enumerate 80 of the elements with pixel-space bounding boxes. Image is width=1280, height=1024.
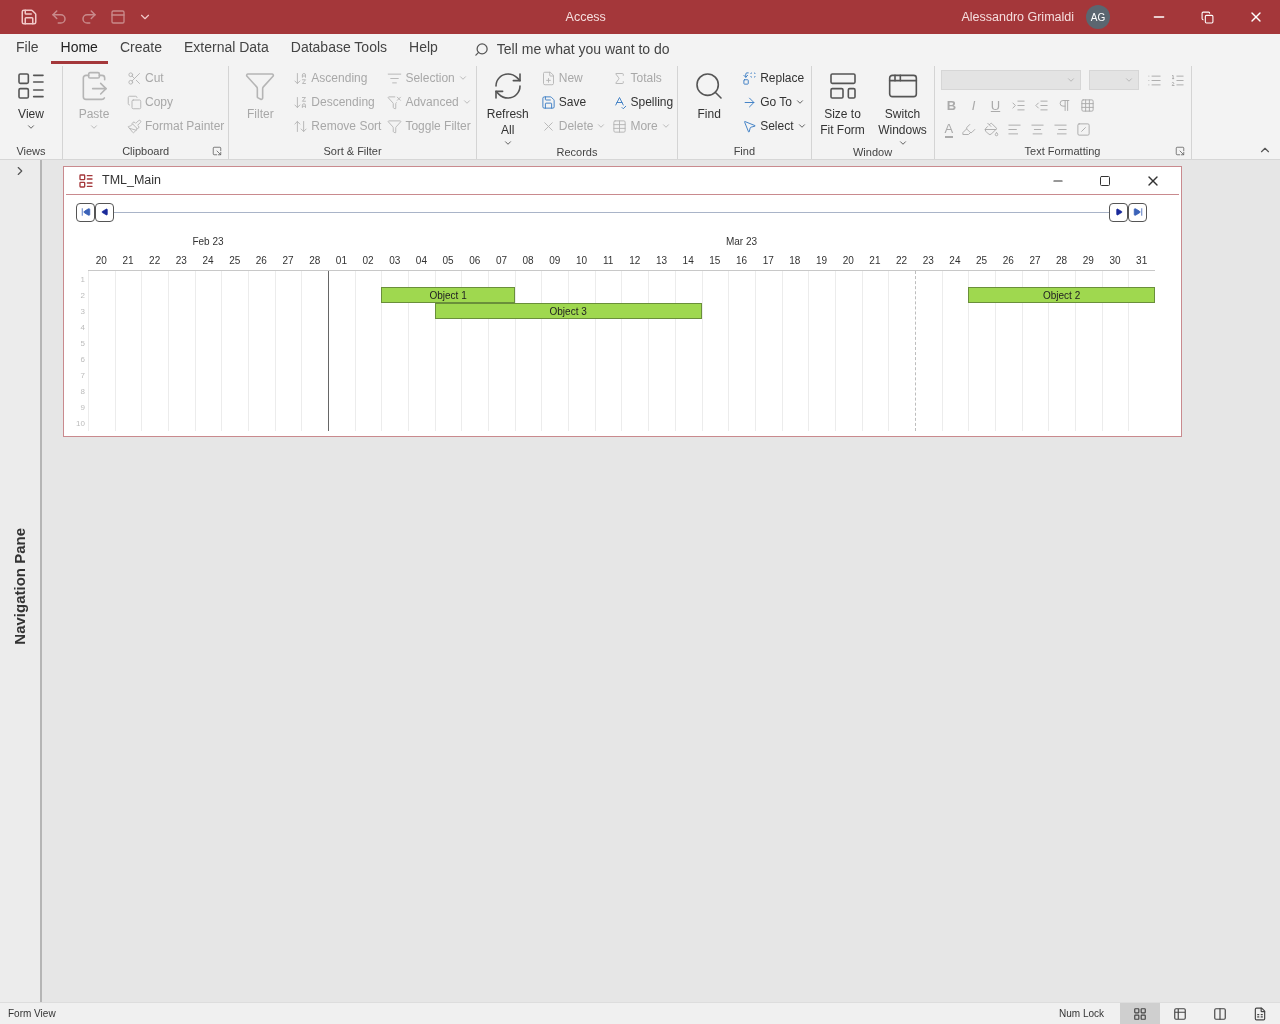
ribbon-button[interactable]: Size to Fit Form (813, 66, 872, 138)
day-label: 06 (468, 254, 482, 268)
row-number: 10 (75, 418, 86, 430)
ribbon-button[interactable]: Spelling (610, 90, 676, 114)
month-label: Feb 23 (191, 235, 225, 249)
day-label: 23 (921, 254, 935, 268)
day-label: 09 (548, 254, 562, 268)
day-label: 25 (228, 254, 242, 268)
group-label: Views (16, 143, 46, 159)
day-label: 04 (414, 254, 428, 268)
day-label: 22 (148, 254, 162, 268)
day-label: 31 (1135, 254, 1149, 268)
timeline-bar[interactable]: Object 1 (381, 287, 515, 303)
day-label: 10 (574, 254, 589, 268)
day-label: 27 (1028, 254, 1042, 268)
ribbon-tab[interactable]: External Data (173, 34, 279, 64)
day-label: 19 (815, 254, 829, 268)
user-name[interactable]: Alessandro Grimaldi (961, 7, 1074, 27)
ribbon-button[interactable]: Go To (740, 90, 809, 114)
row-number: 5 (79, 338, 86, 350)
navigation-pane[interactable]: Navigation Pane (0, 160, 42, 1002)
group-label: Find (733, 143, 756, 159)
app-title: Access (564, 8, 607, 26)
day-label: 08 (521, 254, 535, 268)
timeline-bar[interactable]: Object 2 (968, 287, 1155, 303)
ribbon-button[interactable]: Save (538, 90, 609, 114)
day-label: 01 (334, 254, 348, 268)
day-label: 28 (1055, 254, 1069, 268)
row-number: 2 (79, 290, 86, 302)
day-label: 15 (708, 254, 722, 268)
day-label: 14 (681, 254, 695, 268)
form-title: TML_Main (102, 172, 163, 190)
row-number: 4 (79, 322, 86, 334)
day-label: 29 (1081, 254, 1095, 268)
day-label: 05 (441, 254, 455, 268)
navigation-pane-label: Navigation Pane (9, 528, 29, 645)
timeline-bar[interactable]: Object 3 (434, 303, 702, 319)
group-label: Records (556, 144, 598, 160)
ribbon-tab[interactable]: File (6, 34, 49, 64)
day-label: 11 (601, 254, 615, 268)
ribbon-tab[interactable]: Database Tools (280, 34, 398, 64)
day-label: 23 (174, 254, 188, 268)
day-label: 13 (654, 254, 669, 268)
day-label: 20 (841, 254, 855, 268)
day-label: 24 (948, 254, 962, 268)
ribbon-tab[interactable]: Home (50, 34, 108, 64)
day-label: 03 (388, 254, 402, 268)
row-number: 6 (79, 354, 86, 366)
ribbon-button[interactable]: Refresh All (478, 66, 537, 148)
day-label: 07 (494, 254, 508, 268)
day-label: 21 (868, 254, 882, 268)
day-label: 24 (201, 254, 215, 268)
day-label: 26 (254, 254, 268, 268)
tell-me-field[interactable]: Tell me what you want to do (473, 38, 717, 60)
group-label: Clipboard (122, 143, 170, 159)
day-label: 21 (121, 254, 135, 268)
day-label: 22 (895, 254, 909, 268)
day-label: 26 (1001, 254, 1015, 268)
group-label: Sort & Filter (323, 143, 382, 159)
day-label: 16 (734, 254, 749, 268)
day-label: 17 (761, 254, 775, 268)
ribbon-button[interactable]: View (2, 66, 60, 132)
day-label: 27 (281, 254, 295, 268)
day-label: 02 (361, 254, 375, 268)
ribbon-button[interactable]: Find (680, 66, 739, 122)
num-lock-indicator: Num Lock (1059, 1007, 1104, 1021)
user-avatar[interactable]: AG (1086, 5, 1110, 29)
month-label: Mar 23 (724, 235, 759, 249)
ribbon-tab[interactable]: Help (399, 34, 448, 64)
day-label: 20 (94, 254, 108, 268)
day-label: 12 (628, 254, 642, 268)
day-label: 18 (788, 254, 802, 268)
ribbon-button[interactable]: Select (740, 114, 809, 138)
status-text: Form View (7, 1007, 57, 1021)
ribbon-tab[interactable]: Create (109, 34, 172, 64)
day-label: 25 (975, 254, 989, 268)
day-label: 28 (308, 254, 322, 268)
day-label: 30 (1108, 254, 1122, 268)
group-label: Text Formatting (1024, 143, 1101, 159)
ribbon-button[interactable]: Replace (740, 66, 809, 90)
